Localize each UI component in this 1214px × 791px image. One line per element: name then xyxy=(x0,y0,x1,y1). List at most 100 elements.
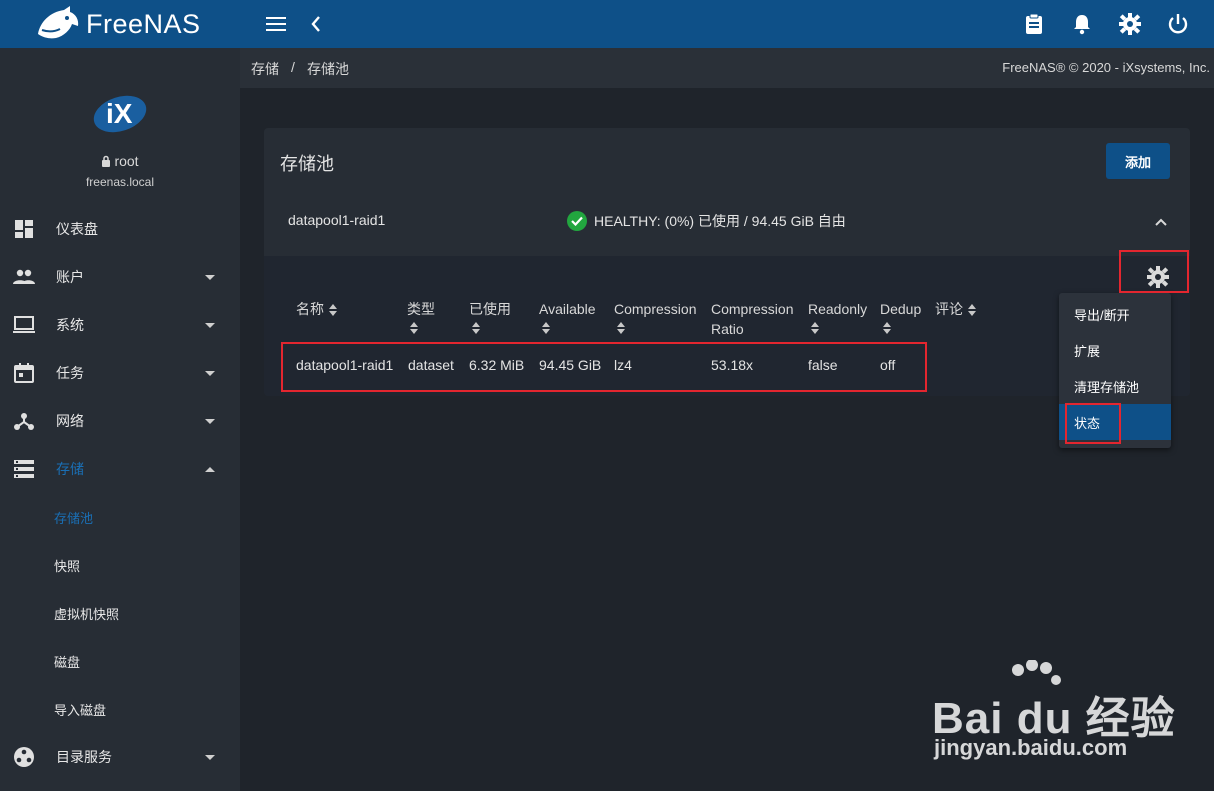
power-icon[interactable] xyxy=(1166,12,1190,36)
expand-arrow-icon xyxy=(205,754,215,760)
expand-arrow-icon xyxy=(205,274,215,280)
sort-icon xyxy=(810,322,820,334)
column-header-comment[interactable]: 评论 xyxy=(935,299,977,319)
ix-logo: iX xyxy=(91,90,149,136)
nav-label: 目录服务 xyxy=(56,749,112,765)
nav-label: 任务 xyxy=(56,365,84,381)
column-header-compression-ratio[interactable]: Compression Ratio xyxy=(711,299,793,339)
nav-network[interactable]: 网络 xyxy=(0,397,240,445)
sort-icon xyxy=(471,322,481,334)
nav-accounts[interactable]: 账户 xyxy=(0,253,240,301)
clipboard-icon[interactable] xyxy=(1022,12,1046,36)
sub-item-disks[interactable]: 磁盘 xyxy=(0,637,240,685)
nav-label: 账户 xyxy=(56,269,84,285)
column-header-available[interactable]: Available xyxy=(539,299,596,334)
sub-item-vm-snapshots[interactable]: 虚拟机快照 xyxy=(0,589,240,637)
user-label: root xyxy=(114,153,139,169)
app-name: FreeNAS xyxy=(86,8,201,39)
ix-logo-text: iX xyxy=(106,98,133,129)
add-button[interactable]: 添加 xyxy=(1106,143,1170,179)
expand-arrow-icon xyxy=(205,322,215,328)
user-name: root xyxy=(0,153,240,170)
column-header-label: 已使用 xyxy=(469,301,511,317)
sort-icon xyxy=(409,322,419,334)
sub-item-pools[interactable]: 存储池 xyxy=(0,493,240,541)
highlight-status xyxy=(1065,403,1121,444)
column-header-label-line2: Ratio xyxy=(711,321,744,337)
menu-icon[interactable] xyxy=(264,12,288,36)
directory-icon xyxy=(12,745,36,769)
shark-logo-icon xyxy=(38,6,79,39)
bell-icon[interactable] xyxy=(1070,12,1094,36)
baidu-watermark: Bai du 经验 jingyan.baidu.com xyxy=(930,660,1190,770)
check-circle-icon xyxy=(567,211,587,231)
sort-icon xyxy=(616,322,626,334)
gear-icon[interactable] xyxy=(1118,12,1142,36)
column-header-label: Compression xyxy=(614,301,697,317)
column-header-readonly[interactable]: Readonly xyxy=(808,299,867,334)
network-icon xyxy=(12,409,36,433)
freenas-logo[interactable]: FreeNAS xyxy=(0,0,240,48)
sidebar: iX root freenas.local 仪表盘 账户 系统 任务 网络 存储… xyxy=(0,48,240,791)
sort-icon xyxy=(328,304,338,317)
back-chevron-icon[interactable] xyxy=(304,12,328,36)
nav-directory-services[interactable]: 目录服务 xyxy=(0,733,240,781)
sub-item-import-disk[interactable]: 导入磁盘 xyxy=(0,685,240,733)
column-header-compression[interactable]: Compression xyxy=(614,299,696,334)
highlight-gear xyxy=(1119,250,1189,293)
sub-item-label: 快照 xyxy=(54,558,81,574)
sub-item-label: 虚拟机快照 xyxy=(54,606,120,622)
sub-item-snapshots[interactable]: 快照 xyxy=(0,541,240,589)
copyright: FreeNAS® © 2020 - iXsystems, Inc. xyxy=(1002,60,1210,75)
sort-icon xyxy=(967,304,977,317)
nav-tasks[interactable]: 任务 xyxy=(0,349,240,397)
breadcrumb: 存储 / 存储池 FreeNAS® © 2020 - iXsystems, In… xyxy=(240,48,1214,88)
dashboard-icon xyxy=(12,217,36,241)
column-header-label: Compression xyxy=(711,301,794,317)
pool-header[interactable]: datapool1-raid1 HEALTHY: (0%) 已使用 / 94.4… xyxy=(264,192,1190,256)
sub-item-label: 存储池 xyxy=(54,510,94,526)
breadcrumb-storage[interactable]: 存储 xyxy=(251,59,279,79)
people-icon xyxy=(12,265,36,289)
pool-status-text: HEALTHY: (0%) 已使用 / 94.45 GiB 自由 xyxy=(594,213,846,229)
calendar-icon xyxy=(12,361,36,385)
host-name: freenas.local xyxy=(85,175,155,189)
column-header-name[interactable]: 名称 xyxy=(296,299,338,319)
column-header-label: 名称 xyxy=(296,301,324,317)
menu-item-scrub-pool[interactable]: 清理存储池 xyxy=(1059,368,1171,404)
expand-arrow-icon xyxy=(205,418,215,424)
lock-icon xyxy=(101,154,111,170)
menu-item-export-disconnect[interactable]: 导出/断开 xyxy=(1059,296,1171,332)
sub-item-label: 磁盘 xyxy=(54,654,81,670)
computer-icon xyxy=(12,313,36,337)
collapse-arrow-icon xyxy=(205,466,215,472)
watermark-url: jingyan.baidu.com xyxy=(934,735,1128,760)
nav-dashboard[interactable]: 仪表盘 xyxy=(0,205,240,253)
page-title: 存储池 xyxy=(280,154,334,174)
column-header-type[interactable]: 类型 xyxy=(407,299,435,334)
nav-system[interactable]: 系统 xyxy=(0,301,240,349)
pool-name: datapool1-raid1 xyxy=(288,212,386,228)
collapse-chevron-icon[interactable] xyxy=(1154,214,1168,232)
breadcrumb-separator: / xyxy=(291,59,295,75)
highlight-row xyxy=(281,342,927,392)
column-header-used[interactable]: 已使用 xyxy=(469,299,511,334)
sub-item-label: 导入磁盘 xyxy=(54,702,107,718)
breadcrumb-pools: 存储池 xyxy=(307,61,349,77)
column-header-label: 评论 xyxy=(935,301,963,317)
column-header-label: 类型 xyxy=(407,301,435,317)
pool-health-status: HEALTHY: (0%) 已使用 / 94.45 GiB 自由 xyxy=(567,211,846,231)
column-header-label: Available xyxy=(539,301,596,317)
column-header-label: Dedup xyxy=(880,301,922,317)
expand-arrow-icon xyxy=(205,370,215,376)
storage-icon xyxy=(12,457,36,481)
nav-label: 仪表盘 xyxy=(56,221,98,237)
sort-icon xyxy=(541,322,551,334)
nav-label: 系统 xyxy=(56,317,84,333)
column-header-dedup[interactable]: Dedup xyxy=(880,299,921,334)
nav-storage[interactable]: 存储 xyxy=(0,445,240,493)
sort-icon xyxy=(882,322,892,334)
nav-label: 网络 xyxy=(56,413,84,429)
menu-item-expand[interactable]: 扩展 xyxy=(1059,332,1171,368)
nav-label: 存储 xyxy=(56,461,84,477)
